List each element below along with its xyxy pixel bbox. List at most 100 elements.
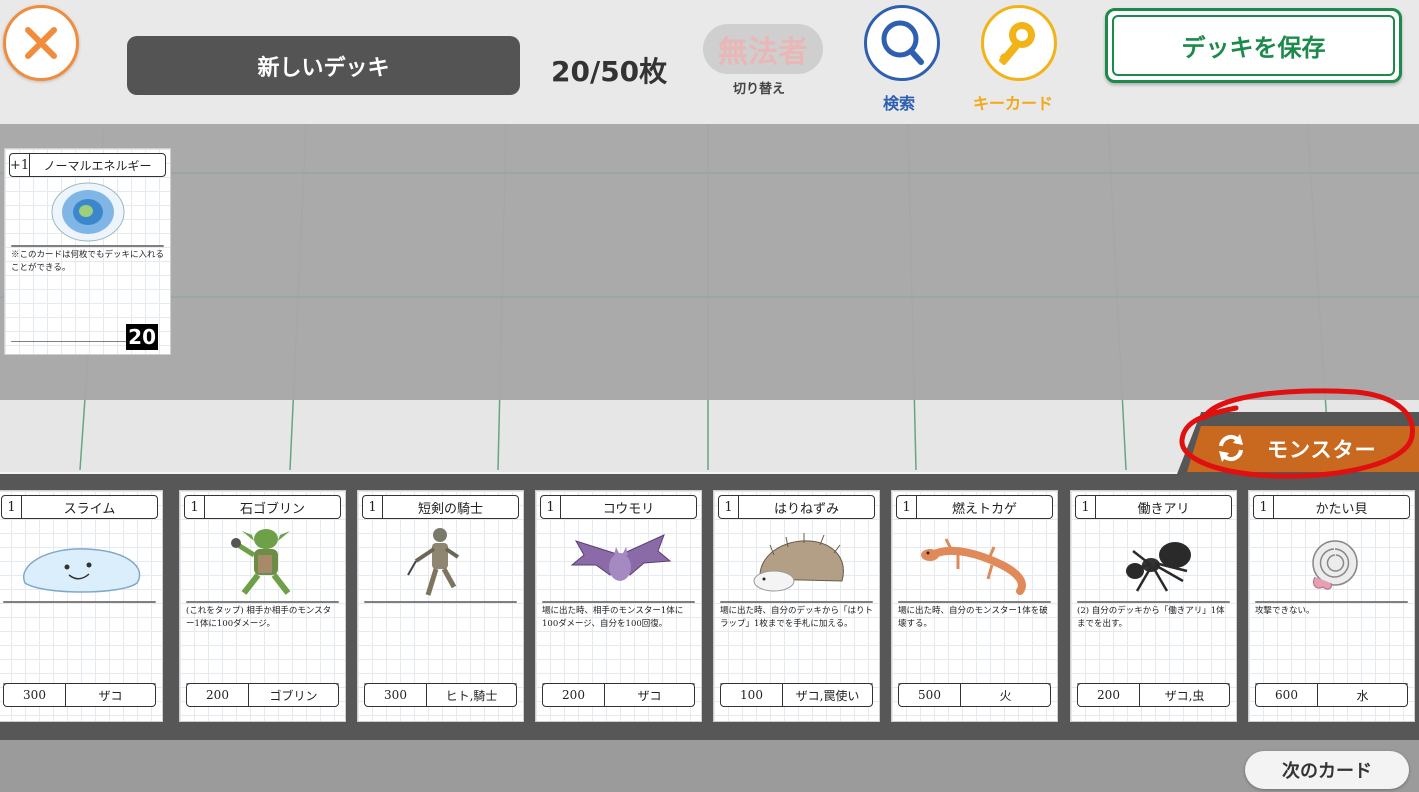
card-name: コウモリ (602, 501, 655, 517)
card-tribe: ザコ (637, 688, 662, 703)
grid-line (0, 296, 1419, 298)
energy-orb-art (51, 182, 125, 242)
card-tribe: ヒト,騎士 (445, 688, 498, 703)
deck-card-count: 20/50枚 (551, 55, 668, 88)
card-divider (1077, 601, 1230, 603)
lawless-toggle-button[interactable]: 無法者 (703, 24, 823, 74)
card-divider (11, 341, 130, 342)
top-bar: 新しいデッキ 20/50枚 無法者 切り替え 検索 キーカード デッキを保存 (0, 0, 1419, 124)
key-icon (999, 22, 1035, 65)
deck-name-field[interactable]: 新しいデッキ (127, 36, 520, 95)
lawless-toggle-label: 切り替え (733, 82, 786, 97)
card-cost: 1 (2, 496, 22, 518)
card-hp: 300 (365, 684, 427, 706)
card-header: 1 はりねずみ (718, 495, 875, 519)
card-cost: 1 (1254, 496, 1274, 518)
cycle-icon (1219, 434, 1243, 462)
card-cost: 1 (185, 496, 205, 518)
ant-art (1126, 542, 1191, 592)
card-footer: 600 水 (1255, 683, 1408, 707)
pool-card[interactable]: 1 働きアリ (2) 自分のデッキから「働きアリ」1体までを出す。 200 ザコ… (1070, 490, 1237, 722)
card-header: 1 石ゴブリン (184, 495, 341, 519)
card-description: 場に出た時、自分のデッキから「はりトラップ」1枚までを手札に加える。 (720, 606, 874, 629)
card-footer: 100 ザコ,罠使い (720, 683, 873, 707)
card-divider (11, 245, 164, 247)
card-divider (186, 601, 339, 603)
pool-card[interactable]: 1 石ゴブリン (これをタップ) 相手か相手のモンスター1体に100ダメージ。 … (179, 490, 346, 722)
card-header: 1 かたい貝 (1253, 495, 1410, 519)
deck-card-normal-energy[interactable]: +1 ノーマルエネルギー ※このカードは何枚でもデッキに入れることができる。 2… (4, 148, 171, 355)
card-cost: 1 (541, 496, 561, 518)
card-divider (720, 601, 873, 603)
card-tribe: ザコ,虫 (1164, 688, 1205, 703)
deck-card-copies: 20 (126, 324, 158, 350)
card-header: 1 短剣の騎士 (362, 495, 519, 519)
close-button[interactable] (3, 5, 79, 81)
card-header: 1 スライム (1, 495, 158, 519)
pool-card[interactable]: 1 コウモリ 場に出た時、相手のモンスター1体に100ダメージ、自分を100回復… (535, 490, 702, 722)
monster-filter-tab[interactable]: モンスター (1163, 412, 1419, 474)
card-tribe: 水 (1356, 688, 1369, 703)
card-cost: 1 (363, 496, 383, 518)
search-label: 検索 (883, 94, 916, 113)
bat-art (570, 534, 672, 581)
card-tribe: ゴブリン (269, 688, 318, 703)
card-cost: 1 (1076, 496, 1096, 518)
shell-art (1312, 540, 1358, 590)
card-name: 短剣の騎士 (417, 501, 483, 517)
pool-card[interactable]: 1 かたい貝 攻撃できない。 600 水 (1248, 490, 1415, 722)
card-pool: 1 スライム 300 ザコ 1 石ゴブリン (これをタップ) 相手か相手のモンス… (0, 472, 1419, 740)
pool-card[interactable]: 1 スライム 300 ザコ (0, 490, 163, 722)
search-icon (881, 20, 924, 65)
lizard-art (921, 538, 1026, 595)
card-header: 1 燃えトカゲ (896, 495, 1053, 519)
next-cards-button[interactable]: 次のカード (1245, 751, 1409, 789)
bottom-bar (0, 740, 1419, 792)
card-footer: 200 ゴブリン (186, 683, 339, 707)
save-deck-button[interactable]: デッキを保存 (1105, 8, 1402, 83)
card-divider (1255, 601, 1408, 603)
pool-card[interactable]: 1 燃えトカゲ 場に出た時、自分のモンスター1体を破壊する。 500 火 (891, 490, 1058, 722)
card-tribe: ザコ,罠使い (795, 688, 860, 703)
card-name: スライム (63, 501, 116, 517)
card-description: 場に出た時、自分のモンスター1体を破壊する。 (898, 606, 1048, 629)
pool-card[interactable]: 1 短剣の騎士 300 ヒト,騎士 (357, 490, 524, 722)
search-button[interactable] (864, 5, 940, 81)
card-name: 燃えトカゲ (951, 501, 1017, 517)
card-divider (364, 601, 517, 603)
card-divider (898, 601, 1051, 603)
grid-line (0, 172, 1419, 174)
card-tribe: 火 (999, 688, 1012, 703)
goblin-art (231, 529, 291, 595)
card-hp: 200 (543, 684, 605, 706)
card-description: 場に出た時、相手のモンスター1体に100ダメージ、自分を100回復。 (542, 606, 684, 629)
save-deck-label: デッキを保存 (1112, 15, 1395, 76)
card-description: 攻撃できない。 (1255, 606, 1315, 616)
card-divider (3, 601, 156, 603)
card-hp: 600 (1256, 684, 1318, 706)
slime-art (22, 548, 141, 593)
card-hp: 500 (899, 684, 961, 706)
card-description: (2) 自分のデッキから「働きアリ」1体までを出す。 (1077, 606, 1225, 629)
card-name: ノーマルエネルギー (43, 158, 152, 173)
card-description: (これをタップ) 相手か相手のモンスター1体に100ダメージ。 (186, 606, 332, 629)
card-hp: 200 (1078, 684, 1140, 706)
card-footer: 200 ザコ,虫 (1077, 683, 1230, 707)
card-hp: 100 (721, 684, 783, 706)
card-hp: 300 (4, 684, 66, 706)
card-divider (542, 601, 695, 603)
card-header: 1 コウモリ (540, 495, 697, 519)
card-cost: 1 (897, 496, 917, 518)
card-footer: 200 ザコ (542, 683, 695, 707)
keycard-label: キーカード (973, 94, 1054, 113)
keycard-button[interactable] (981, 5, 1057, 81)
hedgehog-art (753, 533, 844, 592)
card-name: 石ゴブリン (239, 501, 305, 517)
card-description: ※このカードは何枚でもデッキに入れることができる。 (11, 250, 165, 273)
card-footer: 300 ザコ (3, 683, 156, 707)
card-name: はりねずみ (773, 501, 839, 517)
knight-art (407, 528, 460, 596)
card-header: 1 働きアリ (1075, 495, 1232, 519)
card-header: +1 ノーマルエネルギー (9, 153, 166, 177)
pool-card[interactable]: 1 はりねずみ 場に出た時、自分のデッキから「はりトラップ」1枚までを手札に加え… (713, 490, 880, 722)
